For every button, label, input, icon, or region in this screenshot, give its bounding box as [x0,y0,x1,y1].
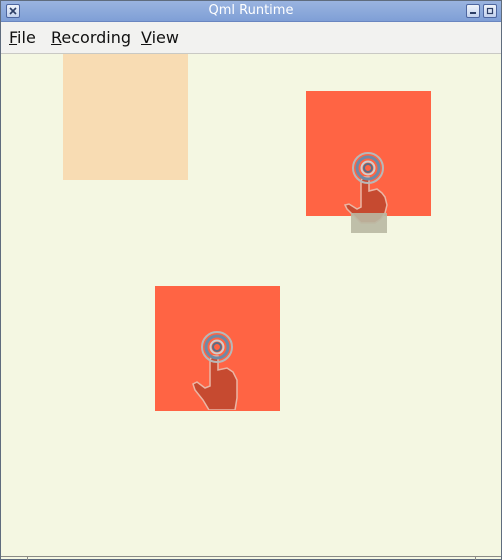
touch-point-hand-icon [192,331,238,410]
menu-bar: File Recording View [1,22,501,54]
status-divider-tick [475,556,476,560]
window-title: Qml Runtime [208,3,294,18]
menu-recording[interactable]: Recording [51,29,131,47]
square-idle[interactable] [63,54,188,180]
maximize-button[interactable] [483,4,497,18]
menu-view-mnemonic: V [141,28,152,47]
qml-canvas[interactable] [1,54,501,559]
menu-view[interactable]: View [141,29,179,47]
status-divider [1,556,501,557]
app-window: Qml Runtime File Recording View [0,0,502,560]
menu-view-label: iew [151,28,179,47]
touch-point-hand-icon [343,152,388,233]
minimize-icon [470,12,476,14]
menu-file[interactable]: File [9,29,36,47]
title-bar[interactable]: Qml Runtime [1,1,501,22]
menu-file-mnemonic: F [9,28,18,47]
menu-recording-mnemonic: R [51,28,62,47]
minimize-button[interactable] [466,4,480,18]
maximize-icon [486,7,494,15]
menu-recording-label: ecording [61,28,132,47]
status-divider-tick [27,556,28,560]
menu-file-label: ile [17,28,36,47]
